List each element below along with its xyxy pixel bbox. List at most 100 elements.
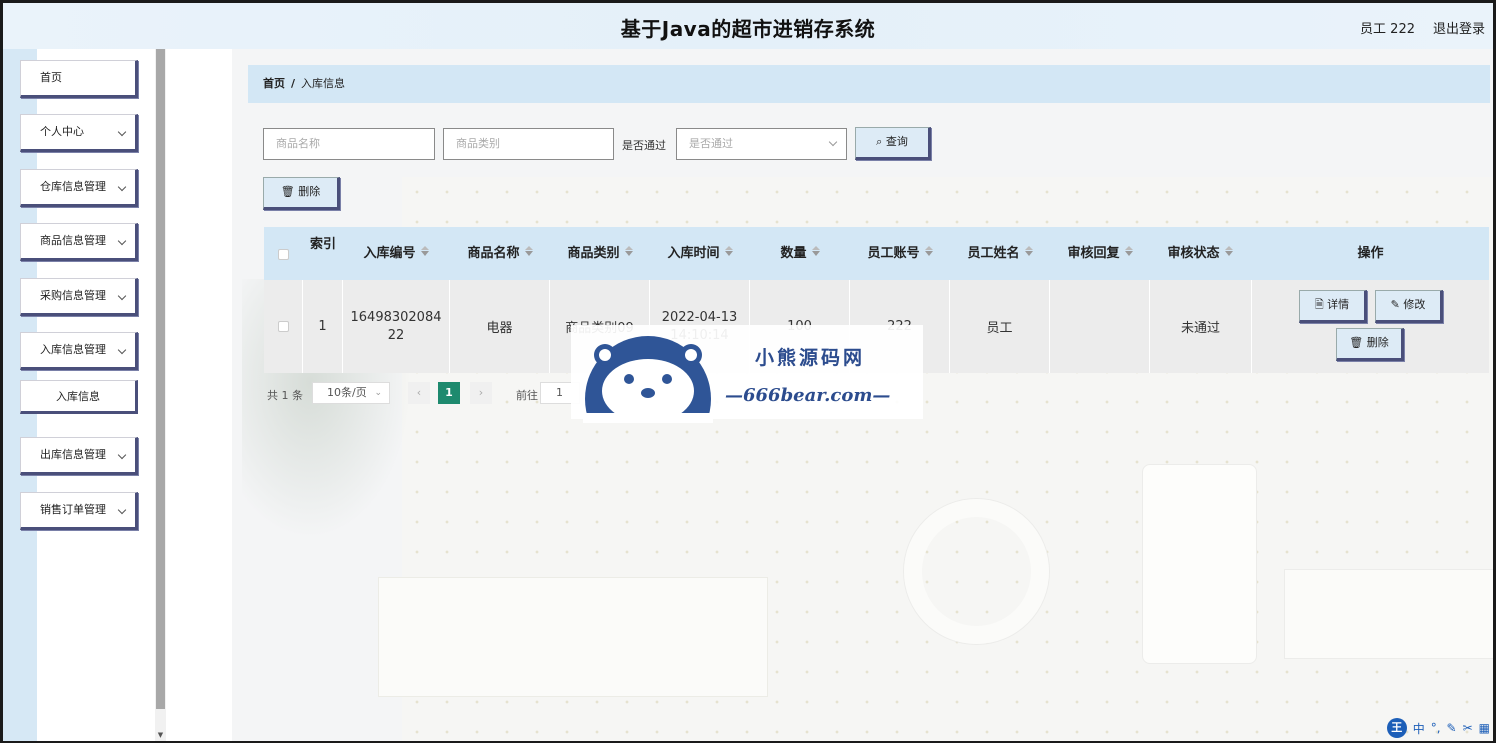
sort-icon[interactable] bbox=[811, 246, 820, 256]
next-page-button[interactable]: › bbox=[470, 382, 492, 404]
sidebar-item-personal-center[interactable]: 个人中心 bbox=[20, 114, 138, 152]
sidebar-item-label: 个人中心 bbox=[40, 125, 84, 138]
sidebar-item-home[interactable]: 首页 bbox=[20, 60, 138, 98]
sidebar-scroll-thumb[interactable] bbox=[156, 49, 165, 709]
sort-icon[interactable] bbox=[420, 246, 429, 256]
page-size-select[interactable]: 10条/页 ⌄ bbox=[312, 382, 390, 404]
document-icon: 🗎 bbox=[1314, 298, 1324, 311]
punctuation-icon[interactable]: °, bbox=[1431, 721, 1441, 735]
sidebar-item-label: 销售订单管理 bbox=[40, 503, 106, 516]
sidebar-item-label: 入库信息管理 bbox=[40, 343, 106, 356]
breadcrumb: 首页 / 入库信息 bbox=[248, 65, 1490, 103]
watermark-overlay: 小熊源码网 —666bear.com— bbox=[571, 325, 923, 423]
cell-code: 1649830208422 bbox=[343, 280, 450, 373]
pass-select[interactable]: 是否通过 bbox=[676, 128, 847, 160]
sidebar-item-inbound[interactable]: 入库信息管理 bbox=[20, 332, 138, 370]
ime-lang-toggle[interactable]: 中 bbox=[1413, 720, 1425, 737]
pagination-total: 共 1 条 bbox=[267, 389, 303, 402]
sidebar-item-label: 入库信息 bbox=[56, 390, 100, 403]
pen-icon[interactable]: ✎ bbox=[1447, 721, 1457, 735]
row-delete-label: 删除 bbox=[1366, 336, 1389, 349]
search-button[interactable]: ⌕ 查询 bbox=[855, 127, 931, 160]
grid-icon[interactable]: ▦ bbox=[1479, 721, 1490, 735]
background-block bbox=[1284, 569, 1496, 659]
sort-icon[interactable] bbox=[724, 246, 733, 256]
column-header-staff[interactable]: 员工姓名 bbox=[950, 227, 1050, 280]
sidebar-item-sales[interactable]: 销售订单管理 bbox=[20, 492, 138, 530]
breadcrumb-current: 入库信息 bbox=[301, 77, 346, 90]
sort-icon[interactable] bbox=[1024, 246, 1033, 256]
detail-button-label: 详情 bbox=[1327, 298, 1350, 311]
background-cylinder bbox=[1142, 464, 1257, 664]
chevron-left-icon: ‹ bbox=[416, 386, 422, 399]
sidebar-item-warehouse[interactable]: 仓库信息管理 bbox=[20, 169, 138, 207]
chevron-down-icon bbox=[117, 505, 127, 515]
app-title: 基于Java的超市进销存系统 bbox=[620, 17, 876, 41]
top-bar: 基于Java的超市进销存系统 员工 222 退出登录 bbox=[3, 3, 1493, 49]
sidebar-item-label: 出库信息管理 bbox=[40, 448, 106, 461]
sort-icon[interactable] bbox=[624, 246, 633, 256]
batch-delete-label: 删除 bbox=[298, 185, 321, 198]
goto-label: 前往 bbox=[516, 389, 538, 402]
ime-toolbar: 王 中 °, ✎ ✂ ▦ bbox=[1386, 718, 1490, 738]
breadcrumb-home[interactable]: 首页 bbox=[263, 77, 285, 90]
current-user: 员工 222 bbox=[1360, 22, 1415, 37]
sidebar-item-outbound[interactable]: 出库信息管理 bbox=[20, 437, 138, 475]
sort-icon[interactable] bbox=[1124, 246, 1133, 256]
sidebar-item-label: 采购信息管理 bbox=[40, 289, 106, 302]
detail-button[interactable]: 🗎 详情 bbox=[1299, 290, 1367, 323]
cell-status: 未通过 bbox=[1150, 280, 1252, 373]
column-header-name[interactable]: 商品名称 bbox=[450, 227, 550, 280]
sidebar-scrollbar[interactable]: ▼ bbox=[155, 49, 166, 741]
ime-logo-icon[interactable]: 王 bbox=[1386, 718, 1407, 738]
column-header-time[interactable]: 入库时间 bbox=[650, 227, 750, 280]
chevron-down-icon bbox=[117, 127, 127, 137]
row-checkbox[interactable] bbox=[277, 321, 289, 332]
trash-icon: 🗑 bbox=[1349, 336, 1364, 349]
sort-icon[interactable] bbox=[1224, 246, 1233, 256]
pass-select-placeholder: 是否通过 bbox=[689, 137, 733, 150]
sort-icon[interactable] bbox=[924, 246, 933, 256]
sidebar-item-goods[interactable]: 商品信息管理 bbox=[20, 223, 138, 261]
cell-reply bbox=[1050, 280, 1150, 373]
select-all-checkbox[interactable] bbox=[278, 249, 289, 260]
column-header-code[interactable]: 入库编号 bbox=[343, 227, 449, 280]
chevron-down-icon bbox=[117, 450, 127, 460]
page-size-value: 10条/页 bbox=[327, 386, 367, 399]
chevron-down-icon bbox=[117, 345, 127, 355]
prev-page-button[interactable]: ‹ bbox=[408, 382, 430, 404]
sort-icon[interactable] bbox=[524, 246, 533, 256]
edit-button[interactable]: ✎ 修改 bbox=[1375, 290, 1443, 323]
sidebar-subitem-inbound-info[interactable]: 入库信息 bbox=[20, 380, 138, 414]
sidebar-item-label: 首页 bbox=[40, 71, 62, 84]
row-checkbox-cell bbox=[264, 280, 303, 373]
row-delete-button[interactable]: 🗑 删除 bbox=[1336, 328, 1404, 361]
search-button-label: 查询 bbox=[885, 135, 908, 148]
cell-name: 电器 bbox=[450, 280, 550, 373]
column-header-status[interactable]: 审核状态 bbox=[1150, 227, 1250, 280]
search-icon: ⌕ bbox=[876, 135, 883, 148]
watermark-url: —666bear.com— bbox=[725, 385, 891, 406]
logout-link[interactable]: 退出登录 bbox=[1433, 18, 1485, 37]
scroll-down-icon[interactable]: ▼ bbox=[156, 731, 165, 739]
cell-index: 1 bbox=[303, 280, 343, 373]
chevron-right-icon: › bbox=[478, 386, 484, 399]
scissors-icon[interactable]: ✂ bbox=[1463, 721, 1473, 735]
goods-category-input[interactable]: 商品类别 bbox=[443, 128, 614, 160]
pencil-icon: ✎ bbox=[1390, 298, 1400, 311]
sidebar-item-label: 商品信息管理 bbox=[40, 234, 106, 247]
column-header-reply[interactable]: 审核回复 bbox=[1050, 227, 1150, 280]
cell-staff: 员工 bbox=[950, 280, 1050, 373]
sidebar-item-purchase[interactable]: 采购信息管理 bbox=[20, 278, 138, 316]
batch-delete-button[interactable]: 🗑 删除 bbox=[263, 177, 340, 210]
edit-button-label: 修改 bbox=[1403, 298, 1426, 311]
background-ring bbox=[904, 499, 1049, 644]
column-header-qty[interactable]: 数量 bbox=[750, 227, 850, 280]
page-number-button[interactable]: 1 bbox=[438, 382, 460, 404]
chevron-down-icon bbox=[117, 236, 127, 246]
goods-name-input[interactable]: 商品名称 bbox=[263, 128, 435, 160]
column-header-account[interactable]: 员工账号 bbox=[850, 227, 950, 280]
column-header-actions: 操作 bbox=[1357, 246, 1384, 261]
trash-icon: 🗑 bbox=[280, 185, 295, 198]
column-header-category[interactable]: 商品类别 bbox=[550, 227, 650, 280]
